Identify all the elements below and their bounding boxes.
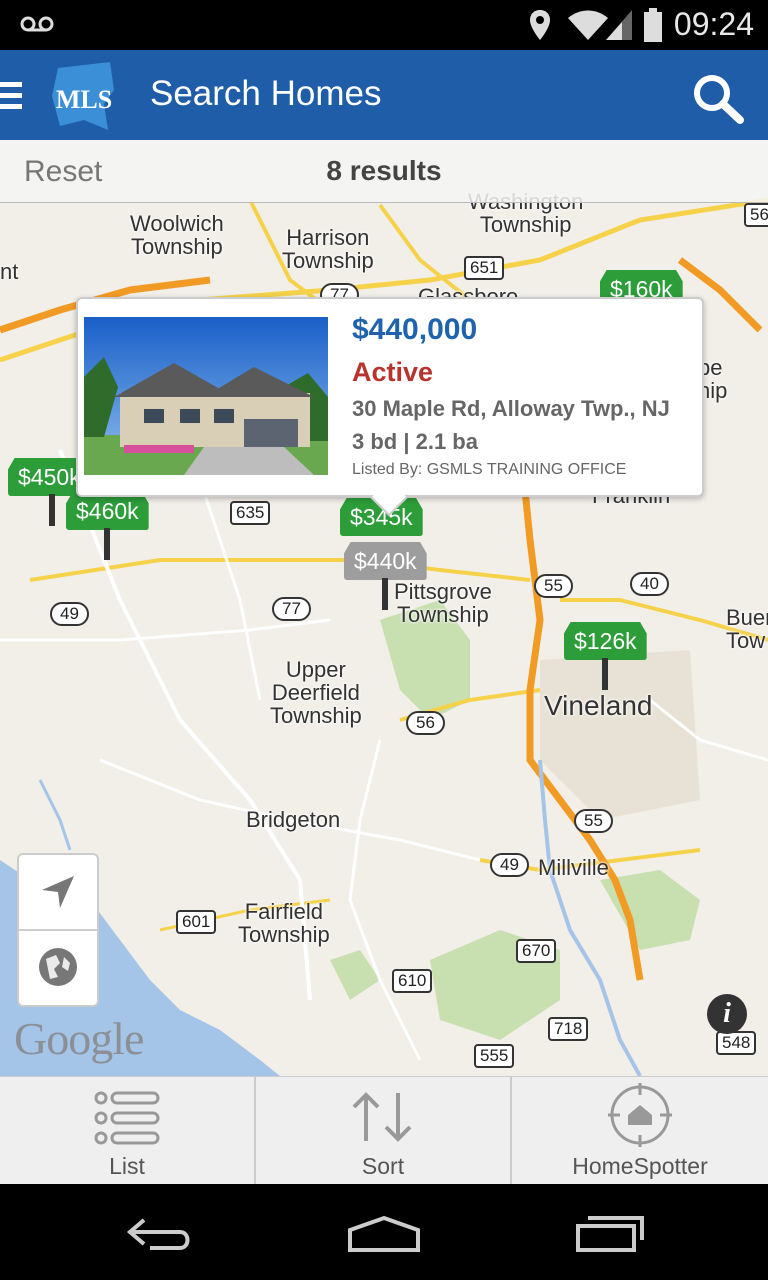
- pin-stem: [49, 494, 55, 526]
- tab-label: List: [109, 1153, 145, 1179]
- road-shield: 56: [744, 203, 768, 227]
- road-shield: 77: [272, 597, 311, 621]
- back-icon[interactable]: [124, 1214, 196, 1254]
- info-icon[interactable]: i: [707, 994, 747, 1034]
- road-shield: 555: [474, 1044, 515, 1068]
- listing-status: Active: [352, 357, 434, 387]
- road-shield: 601: [176, 910, 217, 934]
- place-label: nt: [0, 259, 19, 284]
- listing-pin[interactable]: $460k: [66, 492, 149, 560]
- pin-price: $126k: [564, 622, 647, 660]
- logo-text: MLS: [56, 85, 112, 114]
- homespotter-target-icon: [608, 1083, 672, 1147]
- system-nav-bar: [0, 1184, 768, 1280]
- road-shield: 56: [406, 711, 445, 735]
- mls-logo: MLS: [52, 62, 114, 130]
- place-label: Harrison Township: [282, 225, 374, 273]
- listing-pin[interactable]: $126k: [564, 622, 647, 690]
- results-bar: Reset 8 results: [0, 140, 768, 203]
- place-label: Buen Tow: [726, 605, 768, 653]
- road-shield: 55: [534, 574, 573, 598]
- tab-list[interactable]: List: [0, 1077, 256, 1185]
- list-icon: [94, 1091, 160, 1145]
- app-bar: MLS Search Homes: [0, 50, 768, 140]
- listing-price: $440,000: [352, 313, 478, 346]
- road-shield: 49: [490, 853, 529, 877]
- listing-agent: Listed By: GSMLS TRAINING OFFICE: [352, 461, 627, 478]
- location-icon: [530, 10, 550, 40]
- place-label: Woolwich Township: [130, 211, 224, 259]
- map-view[interactable]: Woolwich Township Harrison Township Wash…: [0, 140, 768, 1076]
- road-shield: 55: [574, 809, 613, 833]
- battery-icon: [644, 8, 662, 42]
- pin-stem: [602, 658, 609, 690]
- road-shield: 670: [516, 939, 557, 963]
- search-icon[interactable]: [690, 72, 746, 124]
- place-label: Millville: [538, 855, 609, 880]
- google-attribution: Google: [14, 1013, 144, 1064]
- tab-label: HomeSpotter: [572, 1153, 708, 1179]
- results-count: 8 results: [326, 155, 442, 186]
- sort-arrows-icon: [352, 1092, 412, 1142]
- place-label: Fairfield Township: [238, 899, 330, 947]
- listing-popup[interactable]: $440,000 Active 30 Maple Rd, Alloway Twp…: [76, 297, 704, 517]
- listing-address: 30 Maple Rd, Alloway Twp., NJ: [352, 396, 670, 421]
- listing-photo: [84, 317, 328, 475]
- bottom-tab-bar: List Sort HomeSpotter: [0, 1076, 768, 1185]
- voicemail-icon: [20, 16, 54, 32]
- place-label: Pittsgrove Township: [394, 579, 492, 627]
- place-label: Vineland: [544, 690, 653, 721]
- pin-stem: [104, 528, 111, 560]
- recents-icon[interactable]: [574, 1214, 646, 1254]
- listing-pin-selected[interactable]: $440k: [344, 542, 427, 610]
- tab-sort[interactable]: Sort: [256, 1077, 512, 1185]
- pin-price: $440k: [344, 542, 427, 580]
- place-label: Upper Deerfield Township: [270, 657, 362, 728]
- road-shield: 610: [392, 969, 433, 993]
- controls-divider: [19, 929, 97, 931]
- pin-stem: [382, 578, 389, 610]
- road-shield: 49: [50, 602, 89, 626]
- globe-icon[interactable]: [36, 945, 80, 989]
- listing-beds-baths: 3 bd | 2.1 ba: [352, 429, 478, 454]
- road-shield: 635: [230, 501, 271, 525]
- road-shield: 40: [630, 572, 669, 596]
- map-controls: [17, 853, 99, 1007]
- signal-icon: [606, 10, 632, 40]
- menu-icon[interactable]: [0, 82, 22, 110]
- navigate-arrow-icon[interactable]: [38, 872, 78, 912]
- status-bar: 09:24: [0, 0, 768, 50]
- tab-homespotter[interactable]: HomeSpotter: [512, 1077, 768, 1185]
- road-shield: 718: [548, 1017, 589, 1041]
- pin-price: $460k: [66, 492, 149, 530]
- clock: 09:24: [673, 6, 754, 42]
- road-shield: 548: [716, 1031, 757, 1055]
- road-shield: 651: [464, 256, 505, 280]
- tab-label: Sort: [361, 1153, 405, 1179]
- place-label: Bridgeton: [246, 807, 341, 832]
- home-icon[interactable]: [346, 1214, 422, 1254]
- page-title: Search Homes: [150, 74, 382, 113]
